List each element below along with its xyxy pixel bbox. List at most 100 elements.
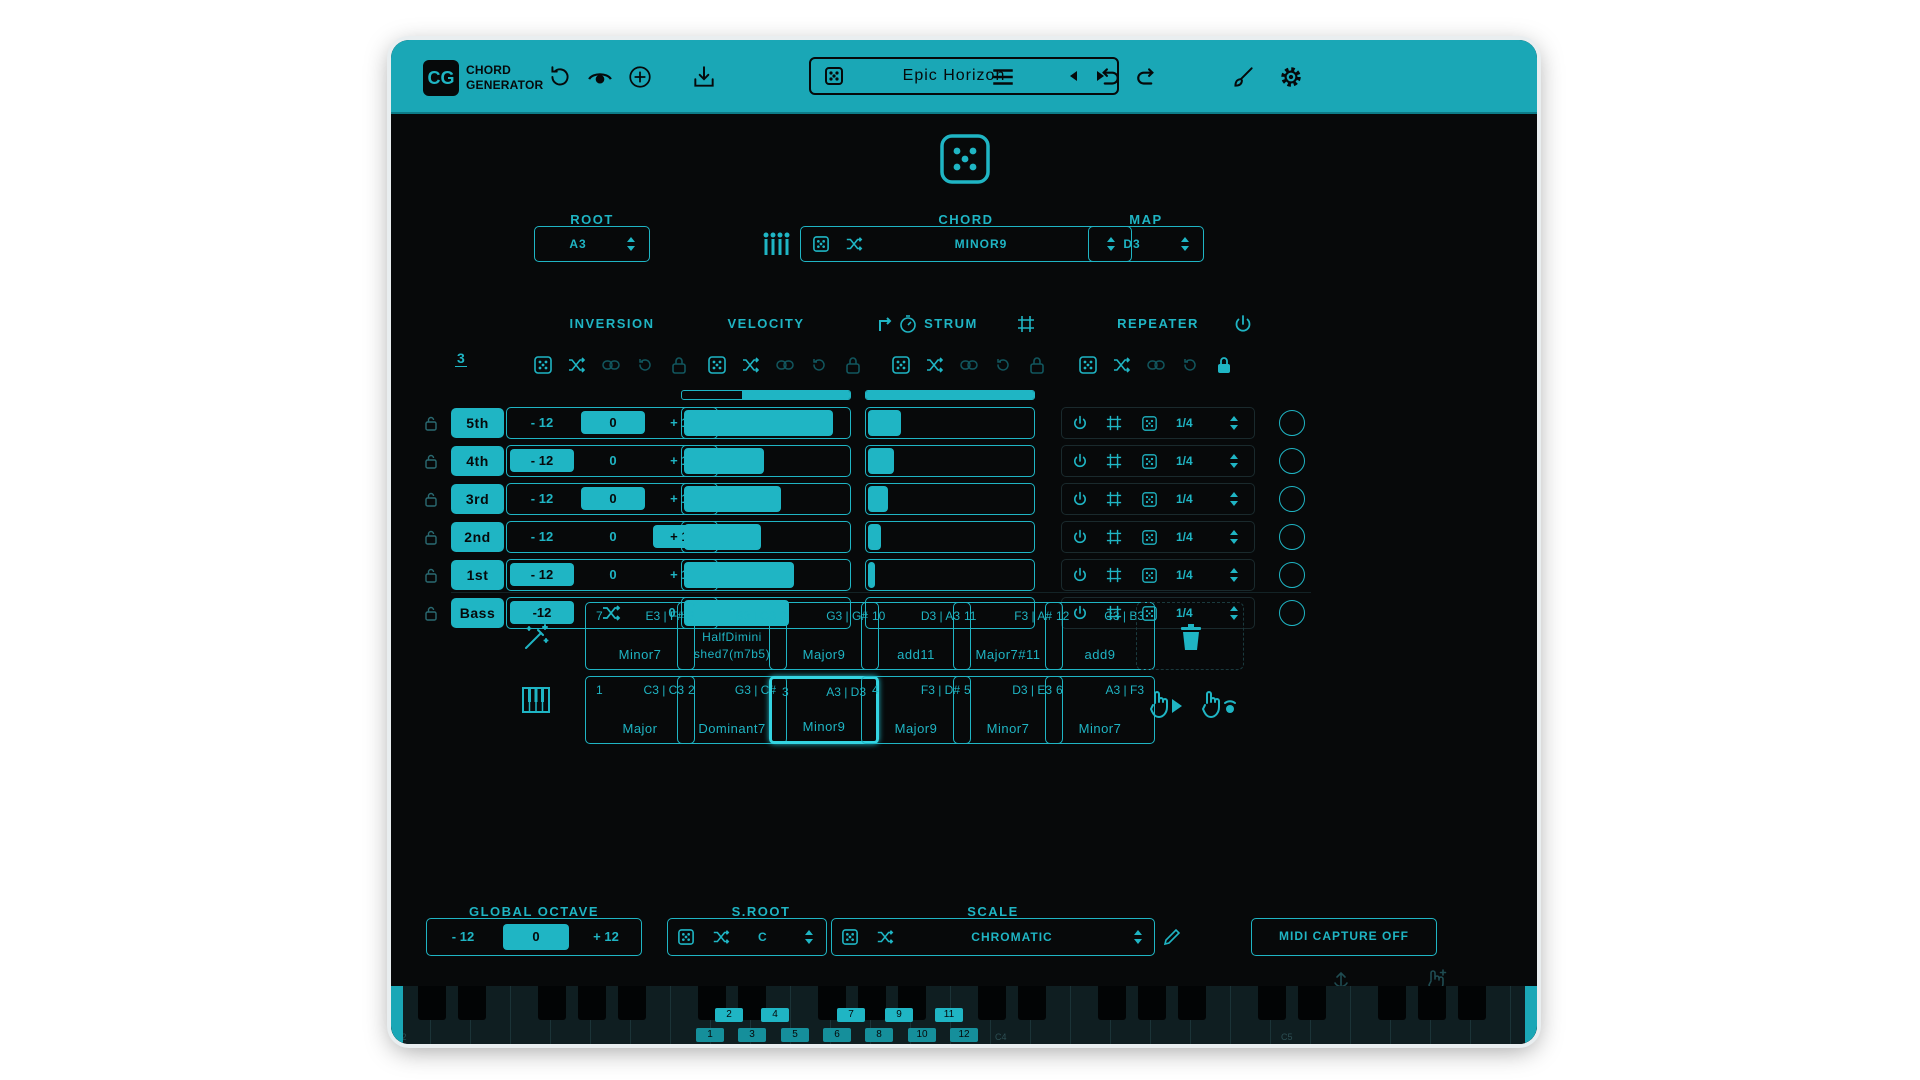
chord-shuffle-icon[interactable] [845, 235, 863, 253]
black-key[interactable] [1418, 986, 1446, 1020]
sroot-selector[interactable]: C [667, 918, 827, 956]
midi-capture-button[interactable]: MIDI CAPTURE OFF [1251, 918, 1437, 956]
black-key[interactable] [1298, 986, 1326, 1020]
play-hand-icon[interactable] [1149, 689, 1183, 721]
repeater-toggle[interactable] [1279, 524, 1305, 550]
root-selector[interactable]: A3 [534, 226, 650, 262]
black-key[interactable] [978, 986, 1006, 1020]
black-key[interactable] [1018, 986, 1046, 1020]
randomize-preset-icon[interactable] [825, 67, 843, 85]
velocity-shuffle-icon[interactable] [742, 356, 760, 374]
voice-lock-icon[interactable] [424, 491, 438, 507]
black-key[interactable] [1258, 986, 1286, 1020]
global-octave-minus[interactable]: - 12 [431, 924, 495, 950]
chord-pad-6[interactable]: 6 A3 | F3 Minor7 [1045, 676, 1155, 744]
strum-dice-icon[interactable] [892, 356, 910, 374]
velocity-bar[interactable] [681, 521, 851, 553]
reset-icon[interactable] [543, 60, 577, 94]
repeater-dice-icon[interactable] [1079, 356, 1097, 374]
repeater-rate-spinner-icon[interactable] [1228, 413, 1240, 433]
repeater-power-icon[interactable] [1072, 567, 1088, 583]
inversion-mid-option[interactable]: 0 [581, 563, 645, 586]
scale-shuffle-icon[interactable] [876, 928, 894, 946]
repeater-grid-icon[interactable] [1106, 491, 1122, 507]
voice-lock-icon[interactable] [424, 567, 438, 583]
repeater-dice-icon[interactable] [1142, 492, 1157, 507]
chord-selector[interactable]: MINOR9 [800, 226, 1132, 262]
velocity-reset-icon[interactable] [810, 356, 828, 374]
voice-button[interactable]: Bass [451, 598, 504, 628]
repeater-grid-icon[interactable] [1106, 453, 1122, 469]
voice-lock-icon[interactable] [424, 453, 438, 469]
black-key[interactable] [618, 986, 646, 1020]
sroot-spinner-icon[interactable] [803, 927, 815, 947]
scale-dice-icon[interactable] [842, 929, 858, 945]
strum-bar[interactable] [865, 483, 1035, 515]
preset-selector[interactable]: Epic Horizon [809, 57, 1119, 95]
global-octave-zero[interactable]: 0 [503, 924, 569, 950]
velocity-master-bar[interactable] [681, 390, 851, 400]
sroot-dice-icon[interactable] [678, 929, 694, 945]
inversion-shuffle-icon[interactable] [568, 356, 586, 374]
black-key[interactable] [1138, 986, 1166, 1020]
trash-icon[interactable] [1179, 623, 1203, 651]
repeater-link-icon[interactable] [1147, 356, 1165, 374]
inversion-minus-option[interactable]: - 12 [510, 449, 574, 472]
settings-gear-icon[interactable] [1274, 60, 1308, 94]
repeater-toggle[interactable] [1279, 562, 1305, 588]
inversion-mid-option[interactable]: 0 [581, 449, 645, 472]
black-key[interactable] [1378, 986, 1406, 1020]
inversion-reset-icon[interactable] [636, 356, 654, 374]
strum-direction-icon[interactable] [877, 316, 895, 332]
scale-spinner-icon[interactable] [1132, 927, 1144, 947]
black-key[interactable] [1178, 986, 1206, 1020]
repeater-toggle[interactable] [1279, 600, 1305, 626]
black-key[interactable] [538, 986, 566, 1020]
inversion-minus-option[interactable]: - 12 [510, 487, 574, 510]
repeater-power-icon[interactable] [1072, 415, 1088, 431]
map-selector[interactable]: D3 [1088, 226, 1204, 262]
voice-button[interactable]: 1st [451, 560, 504, 590]
repeater-dice-icon[interactable] [1142, 530, 1157, 545]
repeater-rate-spinner-icon[interactable] [1228, 451, 1240, 471]
repeater-lock-icon[interactable] [1215, 356, 1233, 374]
piano-scroll-right-icon[interactable] [1525, 986, 1537, 1044]
root-spinner-icon[interactable] [625, 234, 637, 254]
repeater-power-icon[interactable] [1072, 453, 1088, 469]
strum-lock-icon[interactable] [1028, 356, 1046, 374]
inversion-minus-option[interactable]: -12 [510, 601, 574, 624]
repeater-rate-spinner-icon[interactable] [1228, 527, 1240, 547]
inversion-minus-option[interactable]: - 12 [510, 563, 574, 586]
repeater-power-icon[interactable] [1072, 491, 1088, 507]
repeater-grid-icon[interactable] [1106, 529, 1122, 545]
inversion-minus-option[interactable]: - 12 [510, 525, 574, 548]
inversion-lock-icon[interactable] [670, 356, 688, 374]
repeater-dice-icon[interactable] [1142, 454, 1157, 469]
export-icon[interactable] [687, 60, 721, 94]
sroot-shuffle-icon[interactable] [712, 928, 730, 946]
repeater-rate-spinner-icon[interactable] [1228, 489, 1240, 509]
piano-scroll-left-icon[interactable] [391, 986, 403, 1044]
voice-button[interactable]: 2nd [451, 522, 504, 552]
map-spinner-icon[interactable] [1179, 234, 1191, 254]
chord-voicing-icon[interactable] [761, 229, 791, 259]
black-key[interactable] [578, 986, 606, 1020]
randomize-all-dice-icon[interactable] [939, 133, 991, 185]
velocity-bar[interactable] [681, 407, 851, 439]
voice-button[interactable]: 5th [451, 408, 504, 438]
chord-dice-icon[interactable] [813, 236, 829, 252]
velocity-link-icon[interactable] [776, 356, 794, 374]
voice-button[interactable]: 3rd [451, 484, 504, 514]
strum-timer-icon[interactable] [898, 314, 918, 334]
global-octave-selector[interactable]: - 12 0 + 12 [426, 918, 642, 956]
strum-bar[interactable] [865, 521, 1035, 553]
velocity-bar[interactable] [681, 445, 851, 477]
global-octave-plus[interactable]: + 12 [575, 924, 637, 950]
black-key[interactable] [458, 986, 486, 1020]
repeater-grid-icon[interactable] [1106, 415, 1122, 431]
inversion-dice-icon[interactable] [534, 356, 552, 374]
inversion-mid-option[interactable]: 0 [581, 411, 645, 434]
voice-lock-icon[interactable] [424, 529, 438, 545]
black-key[interactable] [418, 986, 446, 1020]
strum-master-bar[interactable] [865, 390, 1035, 400]
